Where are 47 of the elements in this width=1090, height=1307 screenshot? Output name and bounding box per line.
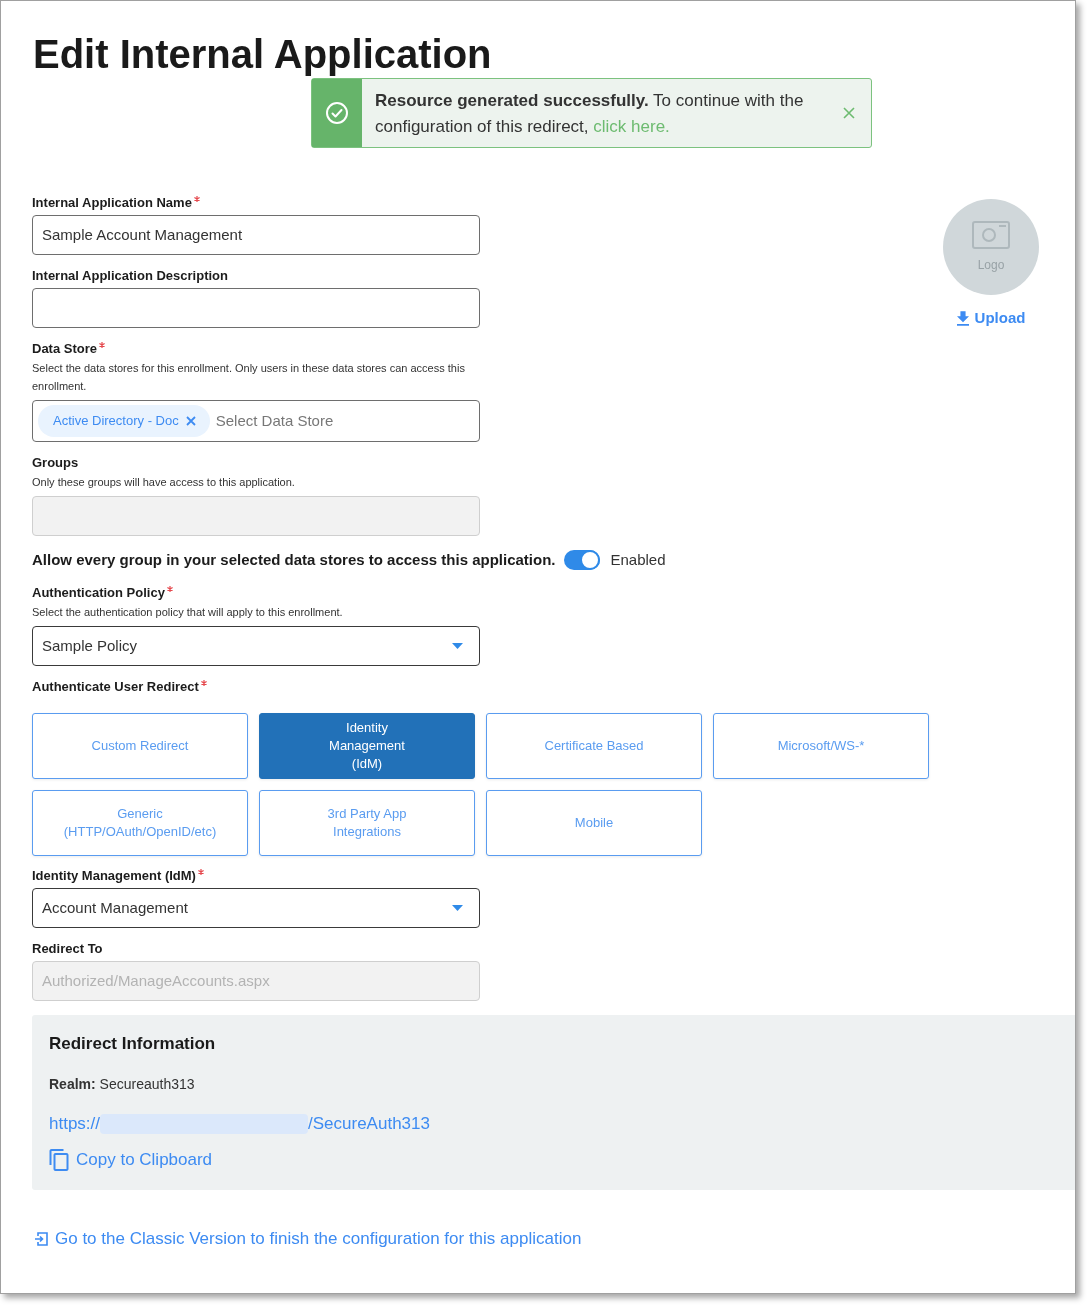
panel-title: Redirect Information	[49, 1033, 216, 1055]
arrow-into-box-icon	[34, 1232, 48, 1246]
tag-chip[interactable]: Active Directory - Doc	[38, 405, 210, 437]
close-icon	[843, 107, 855, 119]
redirect-option[interactable]: Identity Management (IdM)	[259, 713, 475, 779]
text-field[interactable]: Sample Account Management	[32, 215, 480, 255]
field-hint: Select the data stores for this enrollment. Only users in these data stores can access this enrollment.	[32, 361, 466, 394]
copy-button[interactable]: Copy to Clipboard	[49, 1149, 213, 1171]
caret-icon	[452, 643, 463, 649]
redirect-option[interactable]: Custom Redirect	[32, 713, 248, 779]
field-label: Data Store	[32, 341, 98, 357]
copy-icon	[49, 1149, 69, 1171]
caret-icon	[452, 905, 463, 911]
field-hint: Only these groups will have access to this application.	[32, 475, 296, 490]
toggle-label: Allow every group in your selected data stores to access this application.	[32, 549, 556, 570]
classic-version-link[interactable]: Go to the Classic Version to finish the configuration for this application	[34, 1228, 582, 1250]
placeholder-text: Select Data Store	[215, 410, 334, 431]
remove-icon[interactable]	[185, 416, 196, 426]
field-label: Internal Application Name	[32, 195, 192, 211]
field-label: Authentication Policy	[32, 585, 165, 601]
select-field[interactable]: Account Management	[32, 888, 480, 928]
field-label: Identity Management (IdM)	[32, 868, 196, 884]
redirect-option[interactable]: Generic (HTTP/OAuth/OpenID/etc)	[32, 790, 248, 856]
redirect-option[interactable]: Microsoft/WS-*	[713, 713, 929, 779]
click-here-link[interactable]: click here.	[593, 117, 670, 136]
field-label: Authenticate User Redirect	[32, 679, 199, 695]
download-icon	[956, 310, 969, 326]
toggle-status: Enabled	[610, 549, 666, 570]
url-link[interactable]: https:// /SecureAuth313	[49, 1113, 430, 1135]
logo-label: Logo	[977, 256, 1005, 274]
field-label: Redirect To	[32, 941, 103, 957]
redirect-option[interactable]: Certificate Based	[486, 713, 702, 779]
select-field[interactable]: Sample Policy	[32, 626, 480, 666]
text-field[interactable]	[32, 288, 480, 328]
field-label: Internal Application Description	[32, 268, 228, 284]
close-button[interactable]	[843, 107, 855, 119]
upload-button[interactable]: Upload	[956, 307, 1026, 330]
realm-text: Realm: Secureauth313	[49, 1075, 195, 1093]
toast-message: Resource generated successfully. To continue with the configuration of this redirect, click here.	[375, 90, 805, 138]
field-label: Groups	[32, 455, 79, 471]
multi-select-field[interactable]: Active Directory - Doc Select Data Store	[32, 400, 480, 442]
redirect-option[interactable]: 3rd Party App Integrations	[259, 790, 475, 856]
toggle-switch[interactable]	[563, 550, 600, 570]
redirect-option[interactable]: Mobile	[486, 790, 702, 856]
page-title: Edit Internal Application	[33, 31, 492, 77]
field-hint: Select the authentication policy that will apply to this enrollment.	[32, 605, 344, 620]
camera-icon	[972, 220, 1010, 249]
